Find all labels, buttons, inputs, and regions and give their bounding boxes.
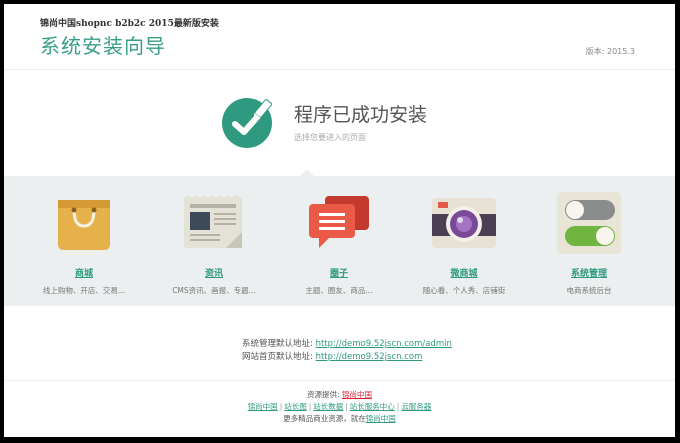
footer-more-link[interactable]: 锦尚中国 (366, 414, 396, 423)
footer-link[interactable]: 站长服务中心 (350, 402, 395, 411)
footer-separator: | (279, 402, 283, 411)
module-admin[interactable]: 系统管理 电商系统后台 (534, 186, 644, 296)
module-circle-desc: 主题、圈友、商品... (305, 286, 373, 295)
module-news-link[interactable]: 资讯 (159, 266, 269, 279)
home-address-label: 网站首页默认地址: (242, 352, 313, 362)
footer-links-row: 锦尚中国 | 站长图 | 站长数据 | 站长服务中心 | 云服务器 (4, 401, 675, 413)
module-band: 商城 线上购物、开店、交易... 资讯 CMS资讯、画报、专题... 圈子 主题… (4, 176, 675, 306)
footer-provider-link[interactable]: 锦尚中国 (342, 390, 372, 399)
module-micro-mall-link[interactable]: 微商城 (409, 266, 519, 279)
module-circle[interactable]: 圈子 主题、圈友、商品... (284, 186, 394, 296)
footer-link[interactable]: 云服务器 (401, 402, 431, 411)
admin-address-link[interactable]: http://demo9.52jscn.com/admin (316, 339, 452, 349)
success-section: 程序已成功安装 选择您要进入的页面 (4, 70, 675, 176)
footer-link[interactable]: 锦尚中国 (248, 402, 278, 411)
module-micro-mall-desc: 随心看、个人秀、店铺街 (422, 286, 506, 295)
success-title: 程序已成功安装 (294, 104, 428, 126)
shopping-bag-icon (58, 200, 110, 250)
footer-separator: | (345, 402, 348, 411)
success-subtitle: 选择您要进入的页面 (294, 133, 366, 142)
newspaper-icon (184, 195, 242, 248)
module-mall-desc: 线上购物、开店、交易... (42, 286, 126, 295)
camera-icon (432, 198, 496, 248)
footer-separator: | (308, 402, 312, 411)
footer-link[interactable]: 站长数据 (313, 402, 343, 411)
module-mall-link[interactable]: 商城 (29, 266, 139, 279)
band-pointer (300, 169, 314, 176)
footer-provider-label: 资源提供: (307, 390, 340, 399)
chat-bubbles-icon (309, 196, 369, 248)
home-address-link[interactable]: http://demo9.52jscn.com (316, 352, 423, 362)
default-addresses: 系统管理默认地址: http://demo9.52jscn.com/admin … (242, 338, 452, 364)
footer-separator: | (396, 402, 400, 411)
module-admin-link[interactable]: 系统管理 (534, 266, 644, 279)
version-label: 版本: 2015.3 (585, 47, 635, 56)
footer-provider-row: 资源提供: 锦尚中国 (4, 389, 675, 401)
module-micro-mall[interactable]: 微商城 随心看、个人秀、店铺街 (409, 186, 519, 296)
footer-more-text: 更多精品商业资源，就在 (283, 414, 366, 423)
toggle-switches-icon (557, 192, 621, 254)
module-news[interactable]: 资讯 CMS资讯、画报、专题... (159, 186, 269, 296)
install-page: 锦尚中国shopnc b2b2c 2015最新版安装 系统安装向导 版本: 20… (4, 4, 675, 437)
page-title: 系统安装向导 (40, 34, 166, 58)
footer: 资源提供: 锦尚中国 锦尚中国 | 站长图 | 站长数据 | 站长服务中心 | 云服务器 更多精… (4, 380, 675, 425)
footer-more-row: 更多精品商业资源，就在锦尚中国 (4, 413, 675, 425)
home-address-row: 网站首页默认地址: http://demo9.52jscn.com (242, 351, 452, 364)
module-admin-desc: 电商系统后台 (566, 286, 612, 295)
module-news-desc: CMS资讯、画报、专题... (172, 286, 256, 295)
admin-address-label: 系统管理默认地址: (242, 339, 313, 349)
success-check-icon (222, 98, 272, 148)
header: 锦尚中国shopnc b2b2c 2015最新版安装 系统安装向导 版本: 20… (4, 4, 675, 70)
module-circle-link[interactable]: 圈子 (284, 266, 394, 279)
footer-link[interactable]: 站长图 (284, 402, 307, 411)
admin-address-row: 系统管理默认地址: http://demo9.52jscn.com/admin (242, 338, 452, 351)
module-mall[interactable]: 商城 线上购物、开店、交易... (29, 186, 139, 296)
brand-line: 锦尚中国shopnc b2b2c 2015最新版安装 (40, 19, 219, 29)
